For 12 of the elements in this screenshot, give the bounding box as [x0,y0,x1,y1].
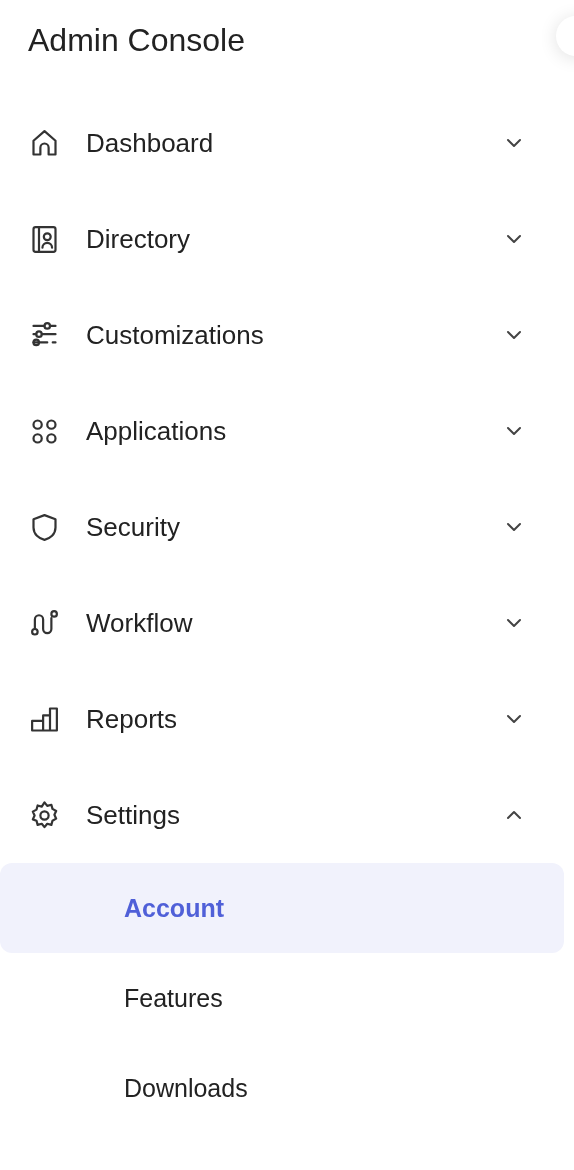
submenu-item[interactable]: Downloads [0,1043,564,1133]
submenu-item[interactable]: Account [0,863,564,953]
nav-item[interactable]: Customizations [0,287,564,383]
nav-item[interactable]: Directory [0,191,564,287]
nav-item[interactable]: Applications [0,383,564,479]
app-title: Admin Console [28,21,245,60]
nav-item[interactable]: Dashboard [0,95,564,191]
nav-item[interactable]: Settings [0,767,564,863]
nav-item[interactable]: Workflow [0,575,564,671]
submenu-item[interactable]: Features [0,953,564,1043]
nav-item[interactable]: Reports [0,671,564,767]
nav-item[interactable]: Security [0,479,564,575]
